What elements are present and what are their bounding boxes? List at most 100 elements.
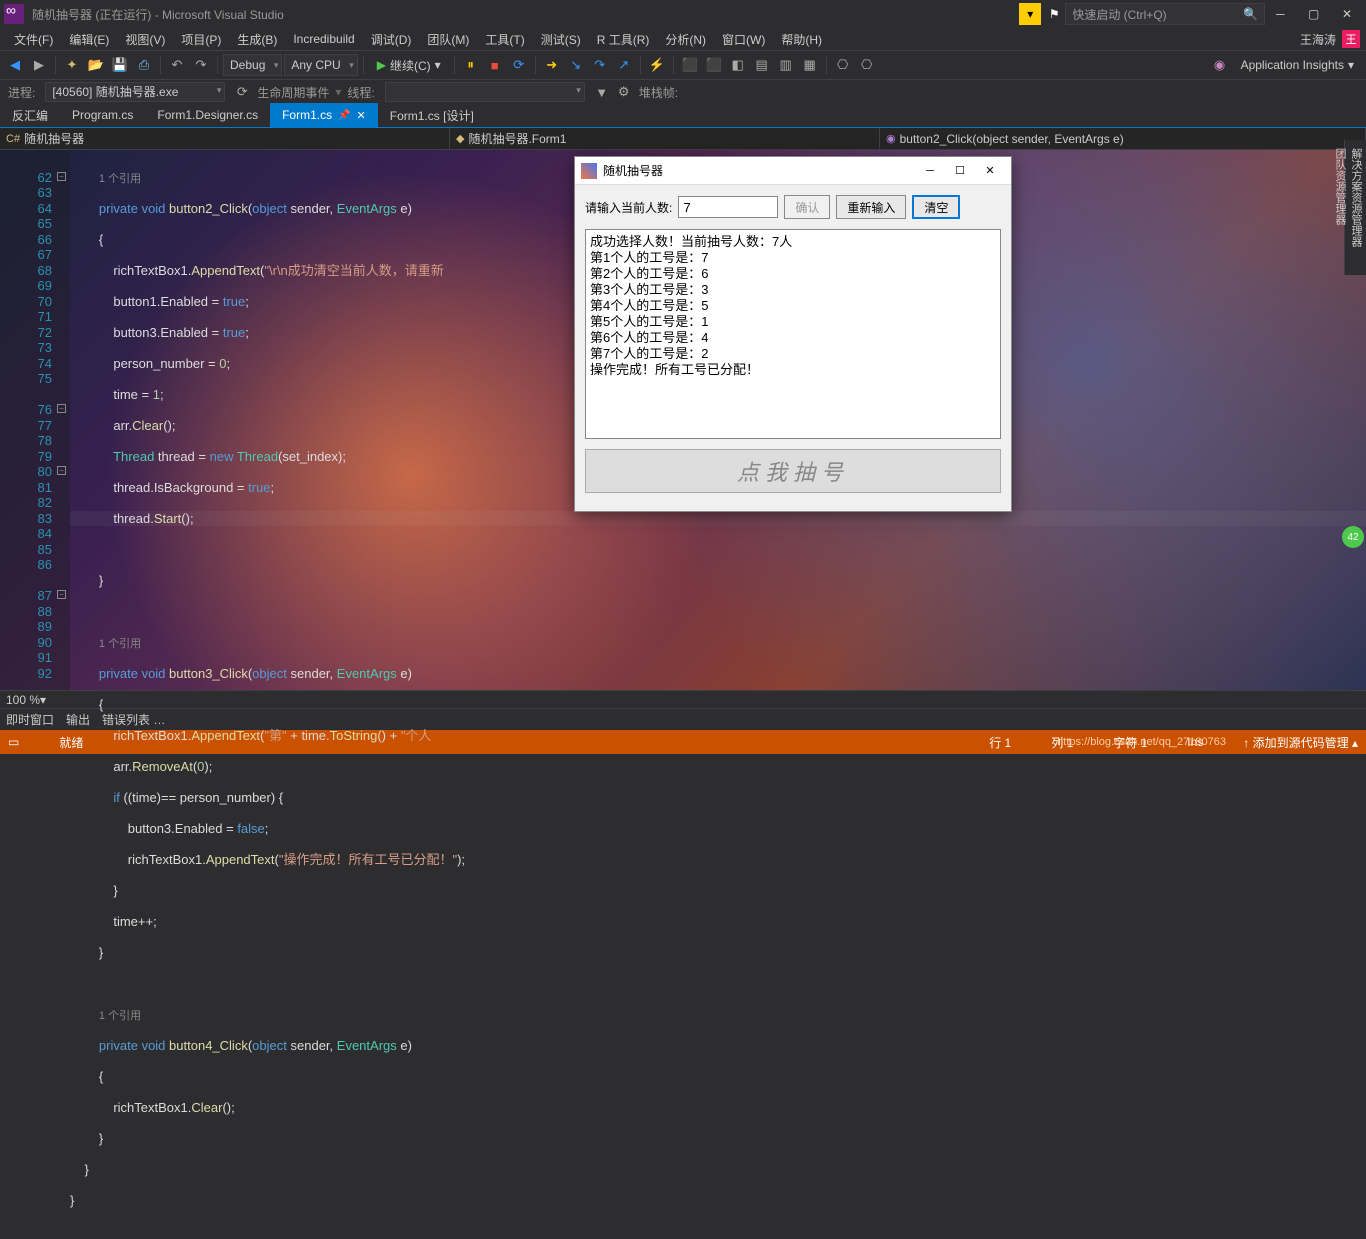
menu-project[interactable]: 项目(P): [173, 29, 229, 50]
app-titlebar[interactable]: 随机抽号器 ─ ☐ ✕: [575, 157, 1011, 185]
app-clear-button[interactable]: 清空: [912, 195, 960, 219]
close-button[interactable]: ✕: [1332, 7, 1362, 21]
app-minimize-button[interactable]: ─: [915, 165, 945, 177]
menu-file[interactable]: 文件(F): [6, 29, 61, 50]
app-close-button[interactable]: ✕: [975, 164, 1005, 177]
config-dropdown[interactable]: Debug: [223, 54, 282, 76]
tab-immediate[interactable]: 即时窗口: [6, 711, 54, 728]
filter-icon[interactable]: ▼: [591, 81, 613, 103]
step-into-icon[interactable]: ↘: [565, 54, 587, 76]
open-file-icon[interactable]: 📂: [85, 54, 107, 76]
notification-icon[interactable]: ▾: [1019, 3, 1041, 25]
stackframe-label: 堆栈帧:: [639, 84, 678, 101]
app-draw-button[interactable]: 点我抽号: [585, 449, 1001, 493]
tool9-icon[interactable]: ⎔: [856, 54, 878, 76]
quick-launch-input[interactable]: 快速启动 (Ctrl+Q)🔍: [1065, 3, 1265, 25]
tab-disassembly[interactable]: 反汇编: [0, 103, 60, 127]
save-icon[interactable]: 💾: [109, 54, 131, 76]
menu-team[interactable]: 团队(M): [419, 29, 477, 50]
main-toolbar: ◀ ▶ ✦ 📂 💾 ⎙ ↶ ↷ Debug Any CPU ▶继续(C) ▾ ⏸…: [0, 50, 1366, 80]
redo-icon[interactable]: ↷: [190, 54, 212, 76]
feedback-flag-icon[interactable]: ⚑: [1043, 3, 1065, 25]
lifecycle-label: 生命周期事件: [257, 84, 329, 101]
tool-icon[interactable]: ⚡: [646, 54, 668, 76]
app-insights-dropdown[interactable]: Application Insights ▾: [1233, 54, 1362, 76]
window-titlebar: 随机抽号器 (正在运行) - Microsoft Visual Studio ▾…: [0, 0, 1366, 28]
menu-help[interactable]: 帮助(H): [773, 29, 830, 50]
tool8-icon[interactable]: ⎔: [832, 54, 854, 76]
stop-icon[interactable]: ■: [484, 54, 506, 76]
pin-icon[interactable]: 📌: [338, 110, 350, 121]
watermark: https://blog.csdn.net/qq_27180763: [1057, 736, 1226, 748]
undo-icon[interactable]: ↶: [166, 54, 188, 76]
tab-form1[interactable]: Form1.cs📌✕: [270, 103, 378, 127]
step-out-icon[interactable]: ↗: [613, 54, 635, 76]
tab-form1-design[interactable]: Form1.cs [设计]: [378, 103, 486, 127]
tool4-icon[interactable]: ◧: [727, 54, 749, 76]
menu-analyze[interactable]: 分析(N): [657, 29, 714, 50]
tab-designer[interactable]: Form1.Designer.cs: [145, 103, 270, 127]
nav-back-icon[interactable]: ◀: [4, 54, 26, 76]
fold-icon[interactable]: −: [57, 590, 66, 599]
solution-explorer-tab[interactable]: 解决方案资源管理器: [1348, 148, 1364, 247]
menu-incredibuild[interactable]: Incredibuild: [285, 30, 362, 48]
fold-icon[interactable]: −: [57, 404, 66, 413]
thread-label: 线程:: [347, 84, 374, 101]
search-icon: 🔍: [1243, 7, 1258, 21]
app-confirm-button: 确认: [784, 195, 830, 219]
fold-icon[interactable]: −: [57, 466, 66, 475]
app-output-textbox[interactable]: 成功选择人数！当前抽号人数：7人 第1个人的工号是：7 第2个人的工号是：6 第…: [585, 229, 1001, 439]
save-all-icon[interactable]: ⎙: [133, 54, 155, 76]
line-gutter: 62− 63646566676869707172737475 76− 77787…: [0, 150, 70, 690]
minimize-button[interactable]: ─: [1265, 7, 1295, 21]
team-explorer-tab[interactable]: 团队资源管理器: [1332, 148, 1348, 247]
nav-fwd-icon[interactable]: ▶: [28, 54, 50, 76]
menu-window[interactable]: 窗口(W): [714, 29, 773, 50]
close-tab-icon[interactable]: ✕: [357, 109, 366, 122]
lifecycle-icon[interactable]: ⟳: [231, 81, 253, 103]
tool7-icon[interactable]: ▦: [799, 54, 821, 76]
process-dropdown[interactable]: [40560] 随机抽号器.exe: [45, 82, 225, 102]
menu-edit[interactable]: 编辑(E): [61, 29, 117, 50]
vs-logo-icon: [4, 4, 24, 24]
menu-bar: 文件(F) 编辑(E) 视图(V) 项目(P) 生成(B) Incredibui…: [0, 28, 1366, 50]
app-number-input[interactable]: [678, 196, 778, 218]
menu-view[interactable]: 视图(V): [117, 29, 173, 50]
bread-project[interactable]: C#随机抽号器: [0, 128, 450, 149]
platform-dropdown[interactable]: Any CPU: [284, 54, 357, 76]
show-next-icon[interactable]: ➜: [541, 54, 563, 76]
maximize-button[interactable]: ▢: [1299, 7, 1329, 21]
tool2-icon[interactable]: ⬛: [679, 54, 701, 76]
class-icon: ◆: [456, 132, 464, 145]
user-avatar[interactable]: 王: [1342, 30, 1360, 48]
tool6-icon[interactable]: ▥: [775, 54, 797, 76]
step-over-icon[interactable]: ↷: [589, 54, 611, 76]
app-reinput-button[interactable]: 重新输入: [836, 195, 906, 219]
right-tool-tabs[interactable]: 解决方案资源管理器 团队资源管理器: [1344, 140, 1366, 275]
bread-class[interactable]: ◆随机抽号器.Form1: [450, 128, 880, 149]
thread-dropdown[interactable]: [385, 82, 585, 102]
fold-icon[interactable]: −: [57, 172, 66, 181]
tool5-icon[interactable]: ▤: [751, 54, 773, 76]
menu-tools[interactable]: 工具(T): [477, 29, 532, 50]
break-all-icon[interactable]: ⏸: [460, 54, 482, 76]
restart-icon[interactable]: ⟳: [508, 54, 530, 76]
user-name[interactable]: 王海涛: [1294, 31, 1342, 48]
menu-debug[interactable]: 调试(D): [363, 29, 420, 50]
play-icon: ▶: [377, 58, 386, 72]
menu-test[interactable]: 测试(S): [533, 29, 589, 50]
thread-icon[interactable]: ⚙: [613, 81, 635, 103]
app-prompt-label: 请输入当前人数:: [585, 199, 672, 216]
continue-button[interactable]: ▶继续(C) ▾: [369, 54, 449, 76]
menu-rtools[interactable]: R 工具(R): [589, 29, 658, 50]
tab-program[interactable]: Program.cs: [60, 103, 145, 127]
bread-method[interactable]: ◉button2_Click(object sender, EventArgs …: [880, 128, 1366, 149]
app-icon: [581, 163, 597, 179]
document-tabs: 反汇编 Program.cs Form1.Designer.cs Form1.c…: [0, 104, 1366, 128]
menu-build[interactable]: 生成(B): [229, 29, 285, 50]
tool3-icon[interactable]: ⬛: [703, 54, 725, 76]
new-project-icon[interactable]: ✦: [61, 54, 83, 76]
insights-icon: ◉: [1209, 54, 1231, 76]
live-share-badge[interactable]: 42: [1342, 526, 1364, 548]
app-maximize-button[interactable]: ☐: [945, 164, 975, 177]
